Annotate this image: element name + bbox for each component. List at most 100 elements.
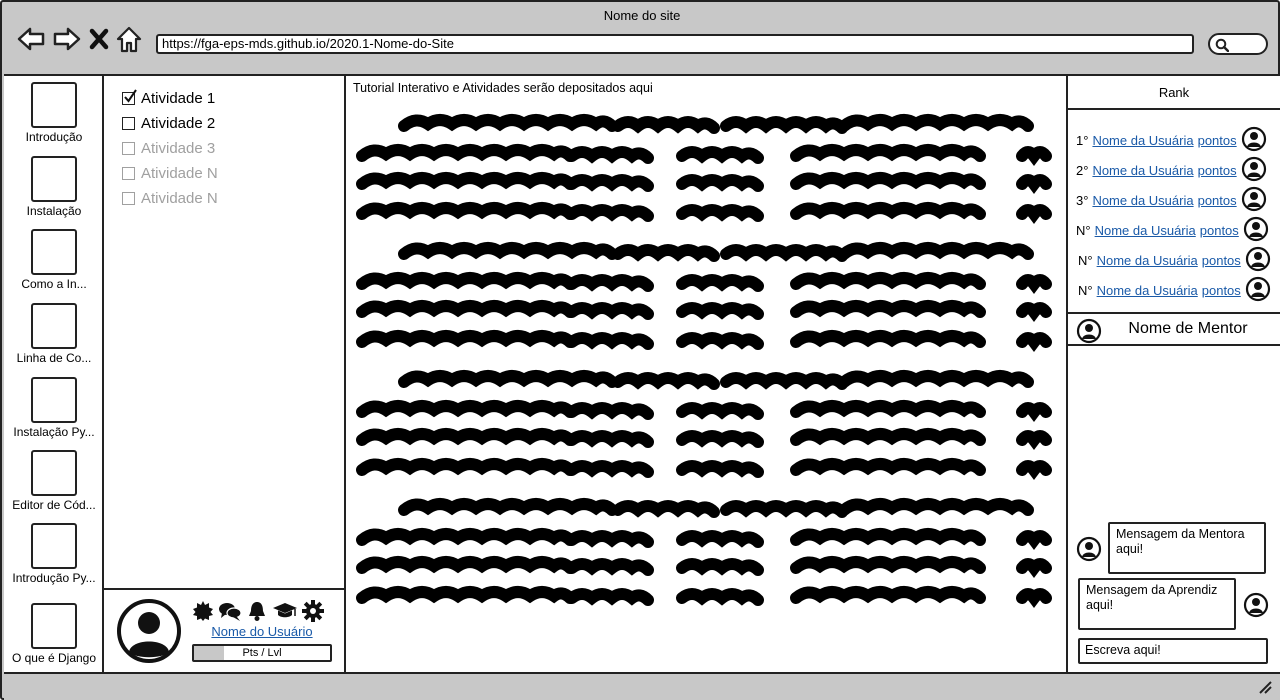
nav-thumbnail[interactable] xyxy=(31,156,77,202)
close-icon[interactable] xyxy=(88,24,110,54)
activity-checkbox xyxy=(122,192,135,205)
rank-points-link[interactable]: pontos xyxy=(1198,193,1237,208)
rank-row: 3° Nome da Usuária pontos xyxy=(1076,186,1267,215)
forward-arrow-icon[interactable] xyxy=(52,24,82,54)
rank-position: 1° xyxy=(1076,133,1089,148)
activity-checkbox[interactable] xyxy=(122,89,137,105)
activity-label: Atividade N xyxy=(141,165,218,182)
nav-item-como-a-internet[interactable]: Como a In... xyxy=(4,229,104,291)
nav-thumbnail[interactable] xyxy=(31,377,77,423)
browser-window: Nome do site https://fga-eps-mds.github.… xyxy=(0,0,1280,700)
tutorial-area-title: Tutorial Interativo e Atividades serão d… xyxy=(353,81,653,95)
rank-user-link[interactable]: Nome da Usuária xyxy=(1097,283,1198,298)
rank-user-link[interactable]: Nome da Usuária xyxy=(1092,133,1193,148)
avatar-icon xyxy=(1241,156,1267,185)
avatar-icon xyxy=(1243,592,1269,623)
check-icon xyxy=(124,89,137,103)
rank-points-link[interactable]: pontos xyxy=(1198,163,1237,178)
nav-item-introducao-python[interactable]: Introdução Py... xyxy=(4,523,104,585)
placeholder-scribble xyxy=(356,108,1056,618)
rank-points-link[interactable]: pontos xyxy=(1202,253,1241,268)
avatar-icon xyxy=(1245,276,1271,305)
rank-row: 1° Nome da Usuária pontos xyxy=(1076,126,1267,155)
page-content: Introdução Instalação Como a In... Linha… xyxy=(4,74,1280,674)
status-bar xyxy=(4,674,1280,700)
avatar-icon xyxy=(1245,246,1271,275)
rank-row: 2° Nome da Usuária pontos xyxy=(1076,156,1267,185)
avatar-icon xyxy=(1243,216,1269,245)
resize-grip-icon[interactable] xyxy=(1258,680,1272,699)
nav-item-label: Instalação Py... xyxy=(13,425,95,439)
nav-item-label: Introdução Py... xyxy=(12,571,96,585)
rank-position: 2° xyxy=(1076,163,1089,178)
activity-checkbox xyxy=(122,167,135,180)
activity-item: Atividade N xyxy=(122,190,218,207)
nav-thumbnail[interactable] xyxy=(31,603,77,649)
rank-user-link[interactable]: Nome da Usuária xyxy=(1092,193,1193,208)
activity-item[interactable]: Atividade 2 xyxy=(122,115,215,132)
mentor-header: Nome de Mentor xyxy=(1068,312,1280,346)
user-name-link[interactable]: Nome do Usuário xyxy=(192,624,332,639)
user-actions xyxy=(192,600,324,627)
home-icon[interactable] xyxy=(116,24,142,54)
avatar-icon xyxy=(1241,126,1267,155)
graduation-cap-icon[interactable] xyxy=(272,600,298,627)
nav-item-o-que-e-django[interactable]: O que é Django xyxy=(4,603,104,665)
activity-label: Atividade 2 xyxy=(141,115,216,132)
module-nav: Introdução Instalação Como a In... Linha… xyxy=(4,76,104,674)
rank-position: N° xyxy=(1076,223,1091,238)
chat-icon[interactable] xyxy=(218,600,242,627)
nav-item-instalacao[interactable]: Instalação xyxy=(4,156,104,218)
rank-row: N° Nome da Usuária pontos xyxy=(1078,276,1271,305)
avatar-icon[interactable] xyxy=(116,598,182,664)
nav-thumbnail[interactable] xyxy=(31,450,77,496)
tutorial-area: Tutorial Interativo e Atividades serão d… xyxy=(346,76,1068,674)
learner-message: Mensagem da Aprendiz aqui! xyxy=(1078,578,1236,630)
nav-item-linha-de-comando[interactable]: Linha de Co... xyxy=(4,303,104,365)
nav-item-label: Introdução xyxy=(25,130,83,144)
rank-user-link[interactable]: Nome da Usuária xyxy=(1095,223,1196,238)
avatar-icon xyxy=(1241,186,1267,215)
badge-icon[interactable] xyxy=(192,600,214,627)
avatar-icon xyxy=(1076,318,1102,349)
search-box[interactable] xyxy=(1208,33,1268,55)
nav-item-instalacao-python[interactable]: Instalação Py... xyxy=(4,377,104,439)
activity-item[interactable]: Atividade 1 xyxy=(122,89,216,107)
nav-item-label: Instalação xyxy=(26,204,82,218)
rank-user-link[interactable]: Nome da Usuária xyxy=(1097,253,1198,268)
rank-row: N° Nome da Usuária pontos xyxy=(1078,246,1271,275)
chat-input[interactable]: Escreva aqui! xyxy=(1078,638,1268,664)
activity-checkbox xyxy=(122,142,135,155)
rank-position: N° xyxy=(1078,283,1093,298)
nav-item-label: Como a In... xyxy=(21,277,87,291)
rank-title: Rank xyxy=(1068,76,1280,110)
nav-item-editor-de-codigo[interactable]: Editor de Cód... xyxy=(4,450,104,512)
rank-user-link[interactable]: Nome da Usuária xyxy=(1092,163,1193,178)
nav-thumbnail[interactable] xyxy=(31,303,77,349)
gear-icon[interactable] xyxy=(302,600,324,627)
site-name: Nome do site xyxy=(603,8,681,23)
rank-points-link[interactable]: pontos xyxy=(1198,133,1237,148)
nav-item-label: O que é Django xyxy=(11,651,97,665)
nav-item-label: Linha de Co... xyxy=(16,351,92,365)
nav-item-label: Editor de Cód... xyxy=(12,498,96,512)
nav-thumbnail[interactable] xyxy=(31,523,77,569)
user-panel: Nome do Usuário Pts / Lvl xyxy=(104,588,346,674)
right-panel: Rank 1° Nome da Usuária pontos 2° Nome d… xyxy=(1068,76,1280,674)
rank-position: 3° xyxy=(1076,193,1089,208)
nav-thumbnail[interactable] xyxy=(31,229,77,275)
back-arrow-icon[interactable] xyxy=(16,24,46,54)
browser-nav xyxy=(16,24,142,54)
bell-icon[interactable] xyxy=(246,600,268,627)
nav-item-introducao[interactable]: Introdução xyxy=(4,82,104,144)
activity-checkbox[interactable] xyxy=(122,117,135,130)
url-bar[interactable]: https://fga-eps-mds.github.io/2020.1-Nom… xyxy=(156,34,1194,54)
activity-item: Atividade N xyxy=(122,165,218,182)
rank-points-link[interactable]: pontos xyxy=(1202,283,1241,298)
activities-list: Atividade 1 Atividade 2 Atividade 3 Ativ… xyxy=(104,76,346,588)
rank-points-link[interactable]: pontos xyxy=(1200,223,1239,238)
activity-label: Atividade 1 xyxy=(141,90,216,107)
nav-thumbnail[interactable] xyxy=(31,82,77,128)
activity-label: Atividade N xyxy=(141,190,218,207)
rank-row: N° Nome da Usuária pontos xyxy=(1076,216,1269,245)
